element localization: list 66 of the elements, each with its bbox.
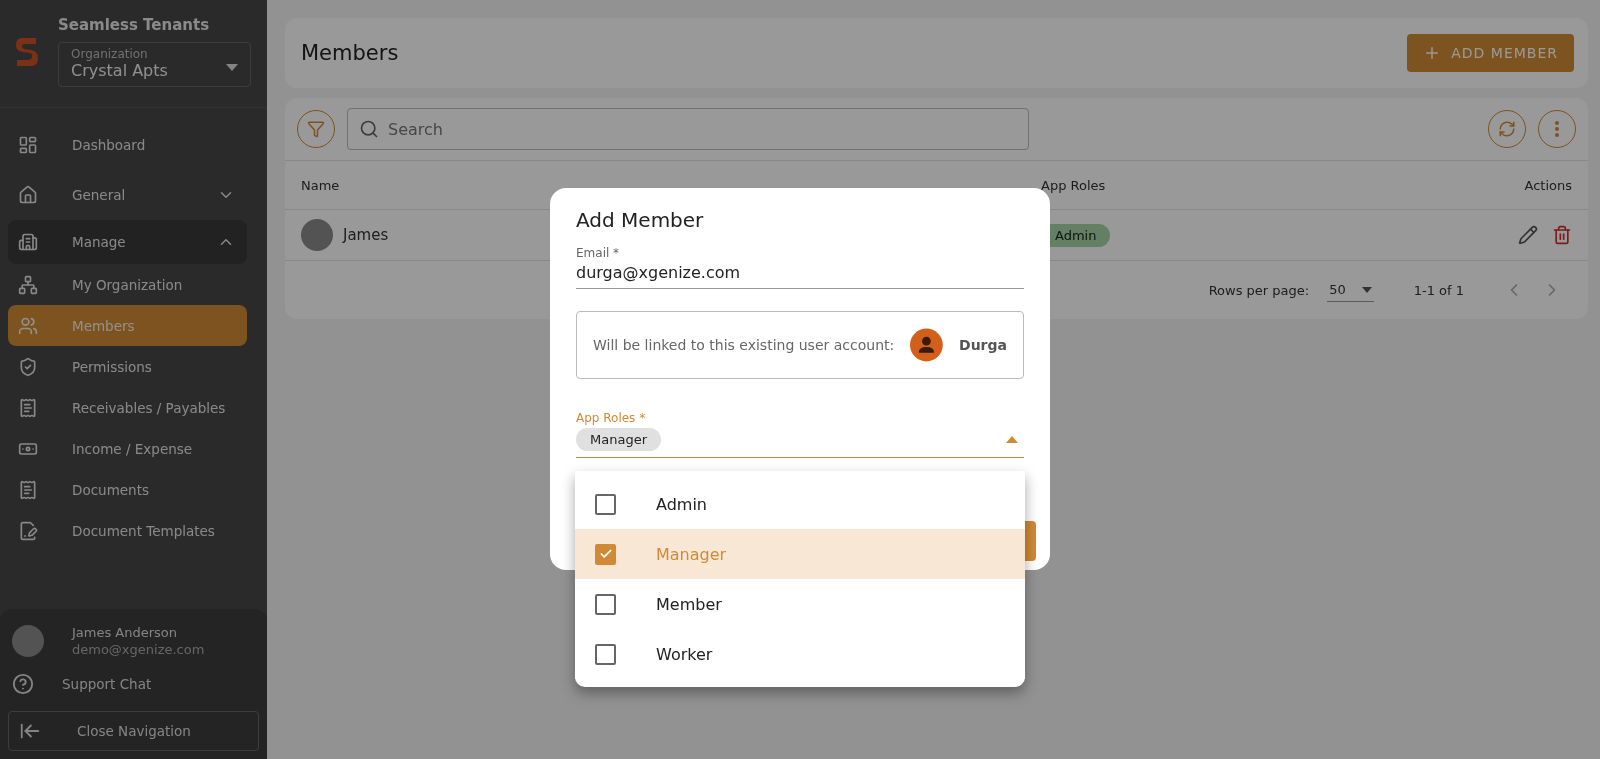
more-icon: [1555, 121, 1559, 137]
pagination-range: 1-1 of 1: [1413, 282, 1464, 298]
role-option[interactable]: Member: [575, 579, 1025, 629]
nav-item[interactable]: Documents: [8, 469, 247, 510]
nav-item[interactable]: General: [8, 170, 247, 220]
member-name: James: [343, 226, 389, 244]
nav-item[interactable]: Receivables / Payables: [8, 387, 247, 428]
role-option[interactable]: Manager: [575, 529, 1025, 579]
building-icon: [18, 232, 38, 252]
receipt-icon: [18, 397, 38, 418]
role-option[interactable]: Worker: [575, 629, 1025, 679]
home-icon: [18, 185, 38, 205]
dropdown-caret-icon: [226, 64, 238, 72]
nav-item[interactable]: Members: [8, 305, 247, 346]
nav-item[interactable]: Income / Expense: [8, 428, 247, 469]
app-name: Seamless Tenants: [58, 16, 211, 34]
check-icon: [598, 547, 613, 561]
organization-select[interactable]: Organization Crystal Apts: [58, 42, 251, 87]
dashboard-icon: [18, 135, 38, 155]
dropdown-caret-icon: [1361, 286, 1372, 293]
edit-icon[interactable]: [1518, 225, 1538, 245]
dialog-title: Add Member: [576, 208, 705, 232]
nav-item[interactable]: My Organization: [8, 264, 247, 305]
hierarchy-icon: [18, 274, 38, 295]
receipt-icon: [18, 479, 38, 500]
linked-account-text: Will be linked to this existing user account:: [593, 337, 895, 353]
filter-button[interactable]: [297, 110, 335, 148]
user-avatar: [12, 625, 44, 657]
nav-item[interactable]: Permissions: [8, 346, 247, 387]
nav-item[interactable]: Document Templates: [8, 510, 247, 551]
member-avatar: [301, 219, 333, 251]
checkbox[interactable]: [595, 543, 616, 565]
nav-item[interactable]: Dashboard: [8, 120, 247, 170]
add-member-button[interactable]: ADD MEMBER: [1407, 34, 1574, 72]
app-roles-select[interactable]: App Roles * Manager: [576, 411, 1024, 458]
user-avatar-icon: [910, 328, 944, 362]
page-title: Members: [301, 41, 399, 65]
user-name: James Anderson: [72, 625, 179, 640]
checkbox[interactable]: [595, 493, 616, 515]
role-option[interactable]: Admin: [575, 479, 1025, 529]
refresh-button[interactable]: [1488, 110, 1526, 148]
shield-icon: [18, 356, 38, 377]
close-navigation-button[interactable]: Close Navigation: [8, 711, 259, 751]
role-chip: Manager: [576, 428, 661, 451]
help-icon: [12, 673, 34, 695]
email-field[interactable]: Email * durga@xgenize.com: [576, 246, 1024, 289]
search-field[interactable]: Search: [347, 108, 1029, 150]
support-chat-link[interactable]: Support Chat: [8, 667, 259, 701]
checkbox[interactable]: [595, 643, 616, 665]
checkbox[interactable]: [595, 593, 616, 615]
refresh-icon: [1498, 120, 1516, 138]
caret-up-icon: [1006, 436, 1018, 443]
document-icon: [18, 520, 38, 541]
column-header: Name: [301, 177, 341, 193]
rows-per-page-label: Rows per page:: [1208, 282, 1310, 298]
user-email: demo@xgenize.com: [72, 642, 205, 657]
filter-icon: [307, 120, 325, 138]
search-icon: [359, 119, 379, 139]
nav-item[interactable]: Manage: [8, 220, 247, 264]
column-header: App Roles: [1041, 177, 1107, 193]
more-button[interactable]: [1538, 110, 1576, 148]
column-header: Actions: [1524, 177, 1572, 193]
people-icon: [18, 315, 38, 336]
rows-per-page-select[interactable]: 50: [1327, 278, 1374, 302]
delete-icon[interactable]: [1552, 225, 1572, 245]
linked-user-name: Durga: [959, 337, 1007, 353]
